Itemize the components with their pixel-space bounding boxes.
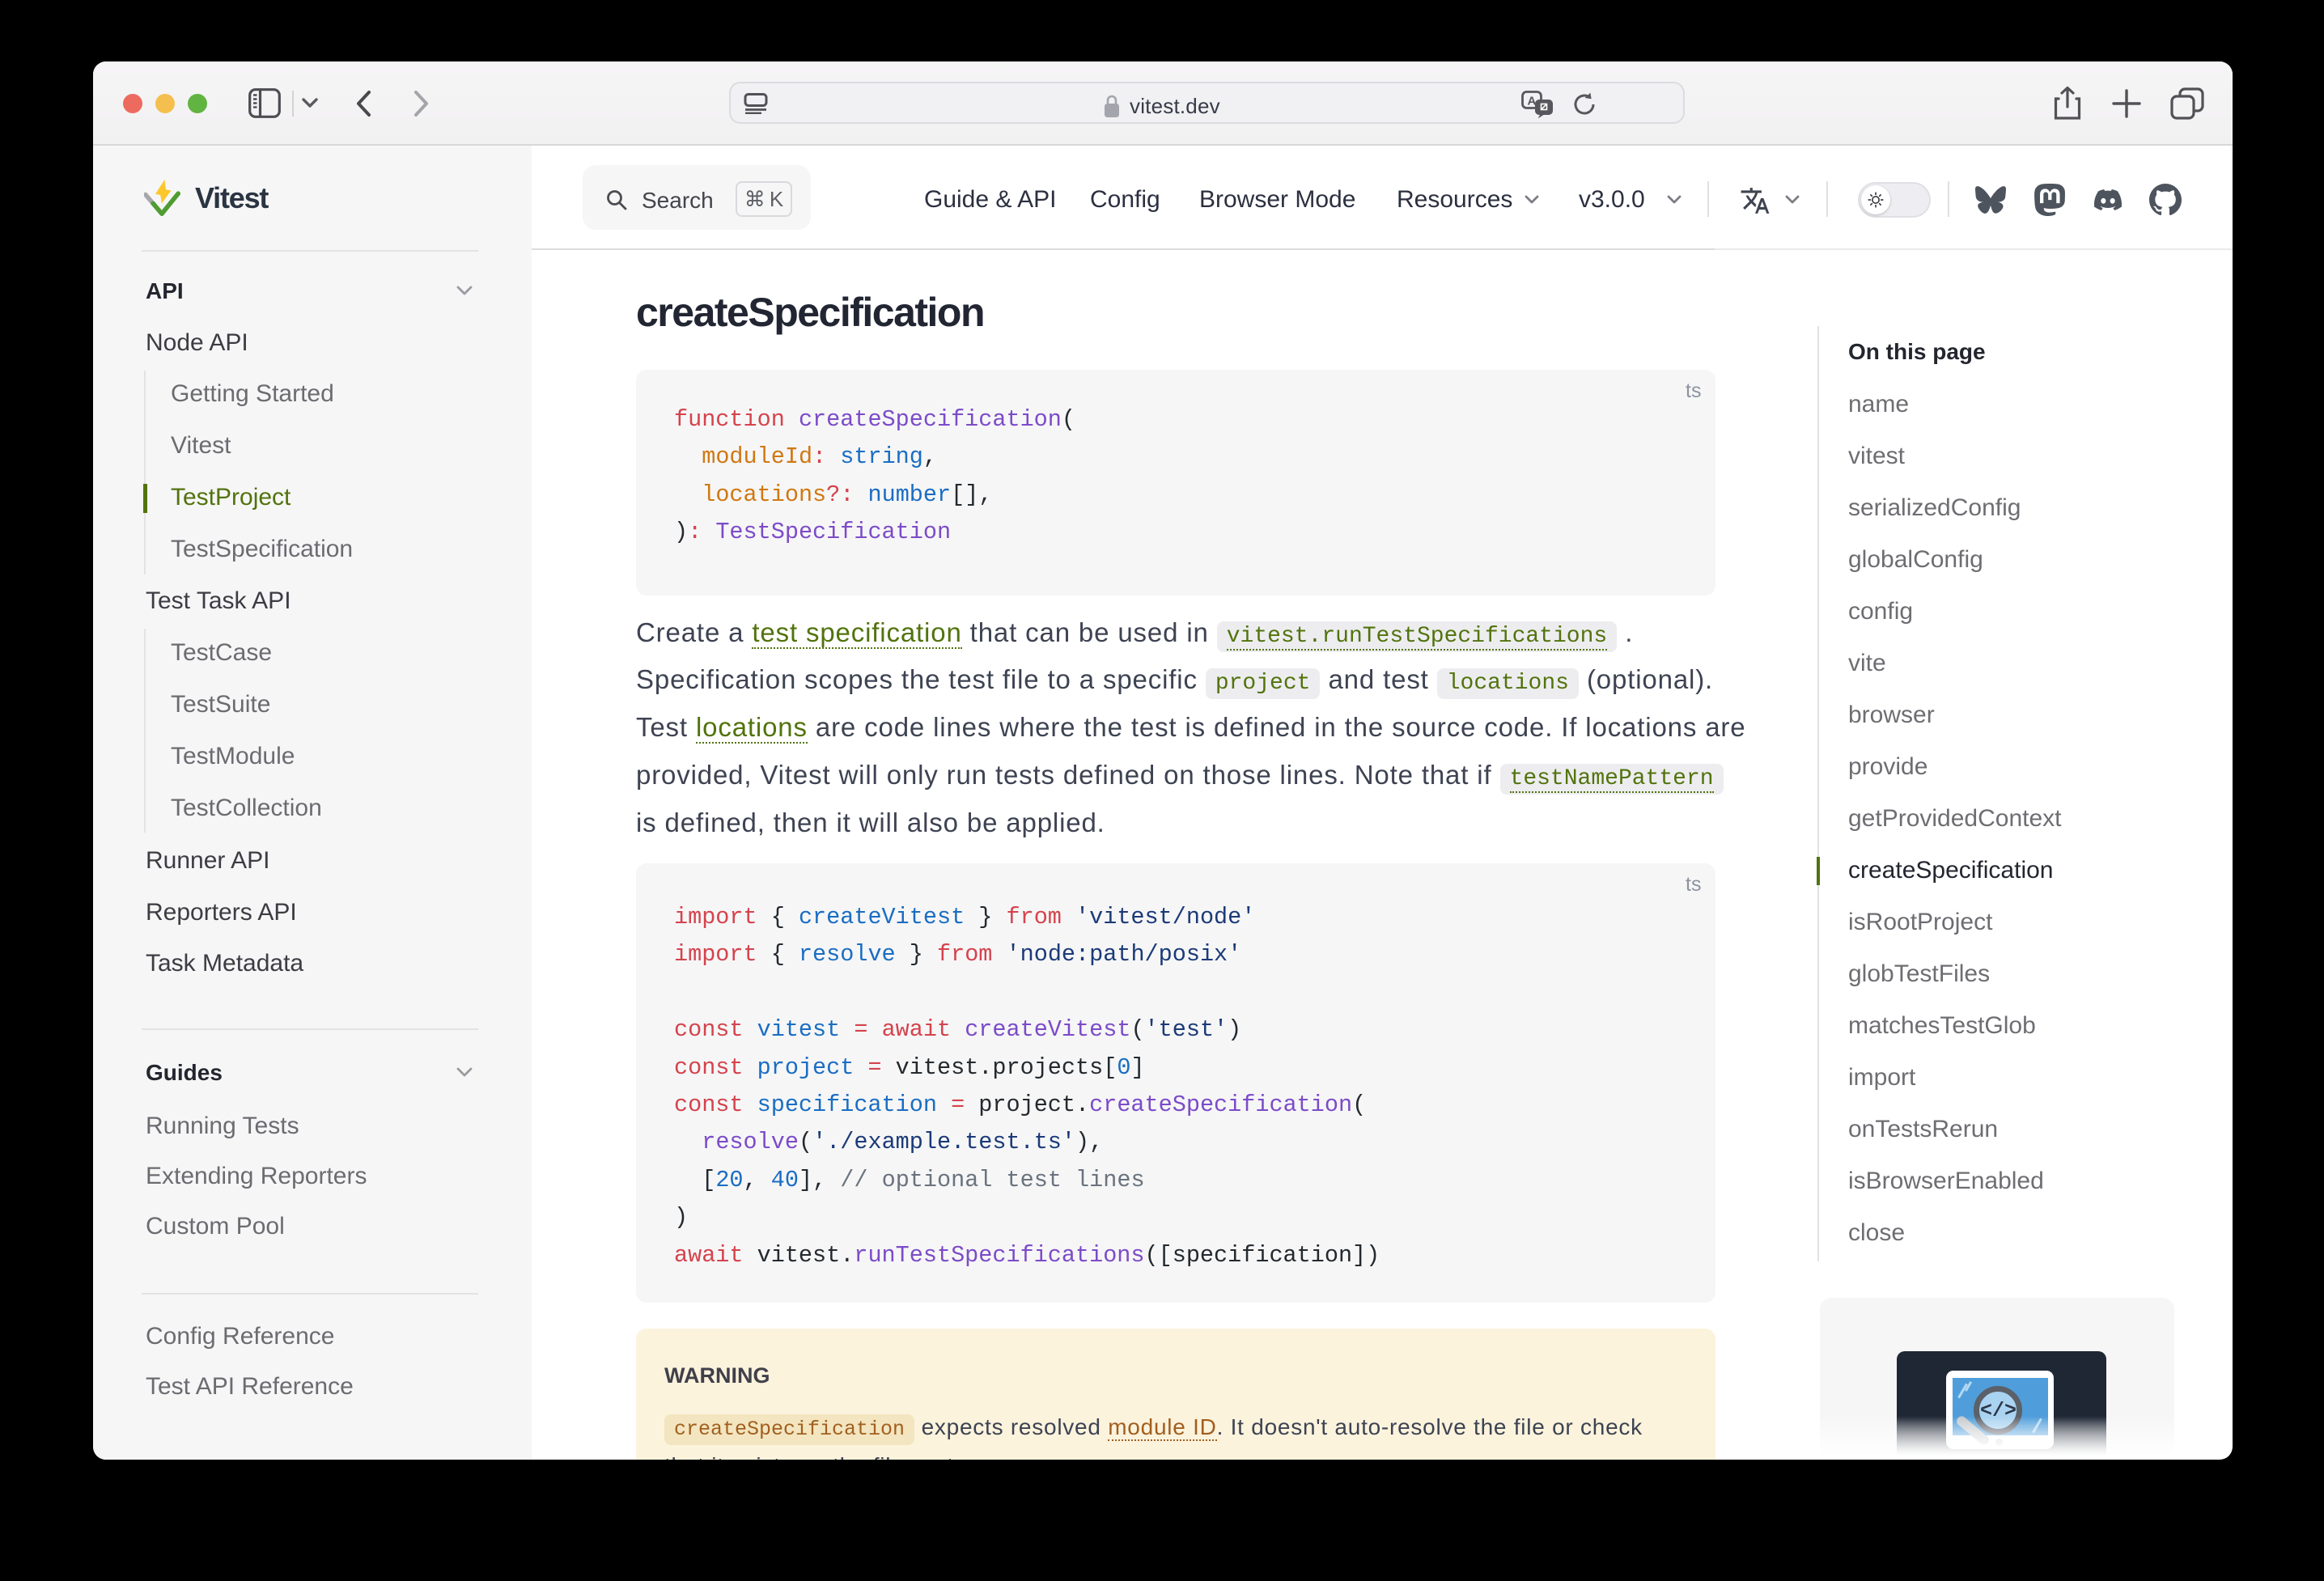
svg-text:A: A — [1528, 95, 1537, 108]
